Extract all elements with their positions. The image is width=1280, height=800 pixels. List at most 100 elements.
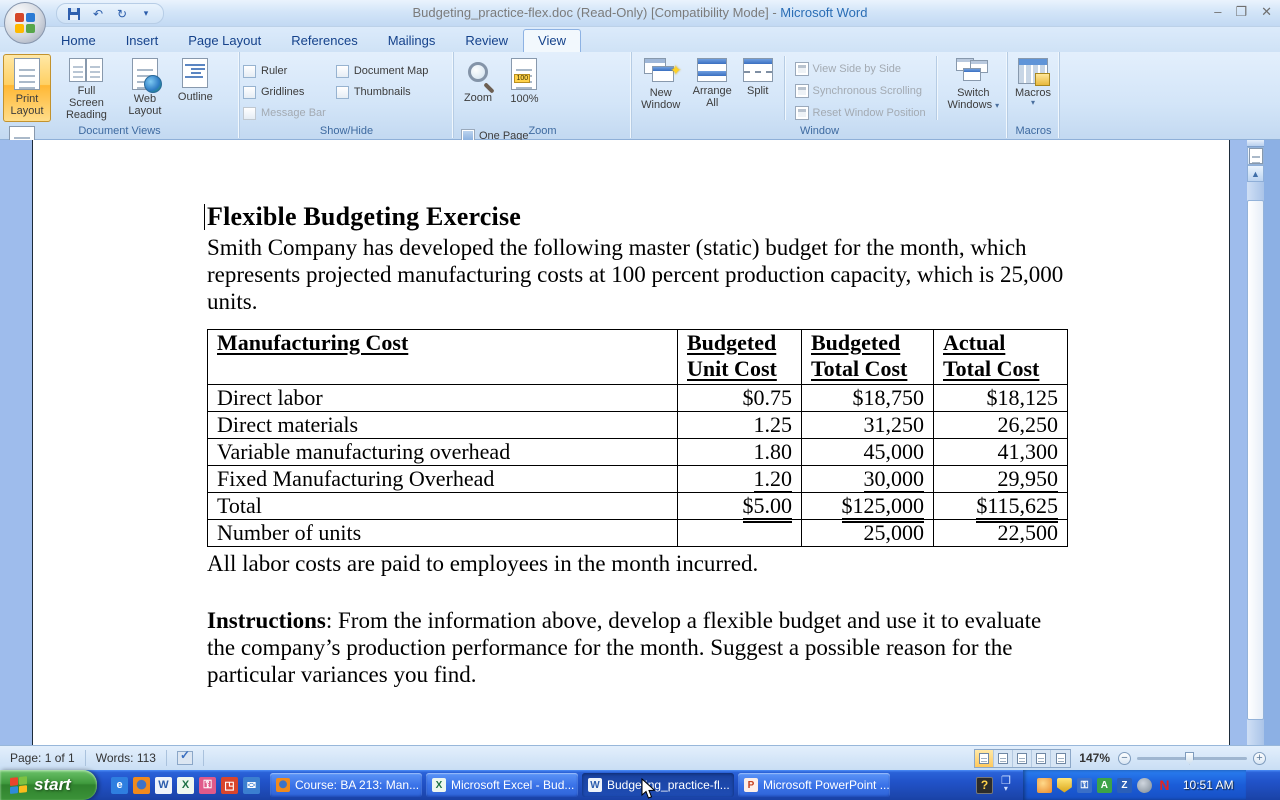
- zoom-slider-track[interactable]: [1137, 757, 1247, 760]
- zoom-button[interactable]: Zoom: [457, 54, 499, 122]
- tab-mailings[interactable]: Mailings: [373, 29, 451, 52]
- task-buttons: Course: BA 213: Man... X Microsoft Excel…: [270, 773, 890, 797]
- web-layout-view-button[interactable]: [1013, 750, 1032, 767]
- zoom-percentage[interactable]: 147%: [1079, 751, 1110, 765]
- outline-button[interactable]: Outline: [172, 54, 218, 122]
- checkbox-icon: [243, 86, 256, 99]
- document-content: Flexible Budgeting Exercise Smith Compan…: [207, 202, 1067, 688]
- word-icon[interactable]: W: [155, 777, 172, 794]
- table-header-row: Manufacturing Cost BudgetedUnit Cost Bud…: [208, 330, 1068, 385]
- excel-icon[interactable]: X: [177, 777, 194, 794]
- zoom-out-button[interactable]: −: [1118, 752, 1131, 765]
- split-button[interactable]: Split: [738, 54, 778, 122]
- full-screen-view-button[interactable]: [994, 750, 1013, 767]
- outline-icon: [182, 58, 208, 88]
- ruler-toggle-icon: [1249, 148, 1263, 164]
- red-app-icon[interactable]: ◳: [221, 777, 238, 794]
- scroll-up-arrow[interactable]: ▲: [1247, 165, 1264, 182]
- view-shortcut-buttons: [974, 749, 1071, 768]
- close-button[interactable]: ✕: [1261, 4, 1272, 20]
- proofing-status[interactable]: [167, 746, 203, 770]
- scrollbar-thumb[interactable]: [1247, 200, 1264, 720]
- draft-view-button[interactable]: [1051, 750, 1070, 767]
- group-window: ✦ New Window Arrange All Split View Side…: [632, 52, 1008, 138]
- status-bar: Page: 1 of 1 Words: 113 147% − +: [0, 745, 1280, 770]
- new-window-button[interactable]: ✦ New Window: [635, 54, 686, 122]
- minimize-button[interactable]: –: [1214, 4, 1221, 20]
- tray-orange-icon[interactable]: [1037, 778, 1052, 793]
- key-app-icon[interactable]: ⚿: [199, 777, 216, 794]
- note-paragraph: All labor costs are paid to employees in…: [207, 550, 1067, 577]
- office-button[interactable]: [4, 2, 46, 44]
- tab-references[interactable]: References: [276, 29, 372, 52]
- intro-paragraph: Smith Company has developed the followin…: [207, 234, 1067, 315]
- web-layout-button[interactable]: Web Layout: [122, 54, 168, 122]
- start-button[interactable]: start: [0, 770, 97, 800]
- taskbar-item-firefox[interactable]: Course: BA 213: Man...: [270, 773, 422, 797]
- split-icon: [743, 58, 773, 82]
- tray-speaker-icon[interactable]: [1137, 778, 1152, 793]
- tab-home[interactable]: Home: [46, 29, 111, 52]
- tray-green-icon[interactable]: A: [1097, 778, 1112, 793]
- checkbox-icon: [336, 86, 349, 99]
- tray-wrench-icon[interactable]: ⚿: [1077, 778, 1092, 793]
- table-row: Variable manufacturing overhead 1.80 45,…: [208, 439, 1068, 466]
- office-logo-icon: [15, 13, 35, 33]
- taskbar-item-powerpoint[interactable]: P Microsoft PowerPoint ...: [738, 773, 890, 797]
- view-side-by-side-icon: [795, 62, 809, 76]
- taskbar-clock[interactable]: 10:51 AM: [1183, 778, 1234, 792]
- group-show-hide: Ruler Gridlines Message Bar Document Map: [240, 52, 454, 138]
- outline-view-button[interactable]: [1032, 750, 1051, 767]
- tray-shield-icon[interactable]: [1057, 778, 1072, 793]
- print-layout-view-button[interactable]: [975, 750, 994, 767]
- taskbar-item-word[interactable]: W Budgeting_practice-fl...: [582, 773, 734, 797]
- zoom-in-button[interactable]: +: [1253, 752, 1266, 765]
- mouse-cursor: [641, 778, 657, 800]
- tray-z-icon[interactable]: Z: [1117, 778, 1132, 793]
- reset-window-position-icon: [795, 106, 809, 120]
- tray-norton-icon[interactable]: N: [1157, 778, 1172, 793]
- excel-icon: X: [432, 778, 446, 792]
- zoom-100-button[interactable]: 100 100%: [503, 54, 545, 122]
- restore-button[interactable]: ❐: [1235, 4, 1247, 20]
- tab-review[interactable]: Review: [450, 29, 523, 52]
- thumbnails-checkbox[interactable]: Thumbnails: [336, 82, 429, 102]
- ribbon-tab-row: Home Insert Page Layout References Maili…: [0, 27, 1280, 52]
- firefox-icon[interactable]: [133, 777, 150, 794]
- desktop-toolbar-icon[interactable]: ❐▾: [1001, 777, 1011, 793]
- switch-windows-icon: [956, 58, 990, 84]
- word-icon: W: [588, 778, 602, 792]
- ruler-toggle-button[interactable]: [1247, 147, 1264, 165]
- help-icon[interactable]: ?: [976, 777, 993, 794]
- document-page[interactable]: Flexible Budgeting Exercise Smith Compan…: [32, 140, 1230, 745]
- split-handle[interactable]: [1247, 140, 1264, 147]
- internet-explorer-icon[interactable]: e: [111, 777, 128, 794]
- arrange-all-button[interactable]: Arrange All: [686, 54, 737, 122]
- table-row: Direct labor $0.75 $18,750 $18,125: [208, 385, 1068, 412]
- vertical-scrollbar[interactable]: ▲: [1247, 140, 1264, 745]
- blue-app-icon[interactable]: ✉: [243, 777, 260, 794]
- document-map-checkbox[interactable]: Document Map: [336, 61, 429, 81]
- taskbar-item-excel[interactable]: X Microsoft Excel - Bud...: [426, 773, 578, 797]
- word-count[interactable]: Words: 113: [86, 746, 166, 770]
- tab-insert[interactable]: Insert: [111, 29, 174, 52]
- page-indicator[interactable]: Page: 1 of 1: [0, 746, 85, 770]
- ruler-checkbox[interactable]: Ruler: [243, 61, 326, 81]
- group-label-show-hide: Show/Hide: [240, 125, 453, 137]
- group-label-zoom: Zoom: [454, 125, 631, 137]
- chevron-down-icon: ▾: [1031, 99, 1035, 107]
- group-label-document-views: Document Views: [0, 125, 239, 137]
- switch-windows-button[interactable]: Switch Windows ▾: [943, 54, 1004, 122]
- macros-icon: [1018, 58, 1048, 84]
- print-layout-button[interactable]: Print Layout: [3, 54, 51, 122]
- full-screen-reading-button[interactable]: Full Screen Reading: [55, 54, 117, 122]
- zoom-slider-thumb[interactable]: [1185, 752, 1194, 765]
- macros-button[interactable]: Macros ▾: [1011, 54, 1055, 122]
- checkbox-icon: [243, 65, 256, 78]
- gridlines-checkbox[interactable]: Gridlines: [243, 82, 326, 102]
- title-bar: ↶ ↻ ▾ Budgeting_practice-flex.doc (Read-…: [0, 0, 1280, 27]
- tab-page-layout[interactable]: Page Layout: [173, 29, 276, 52]
- tab-view[interactable]: View: [523, 29, 581, 52]
- quick-launch: e W X ⚿ ◳ ✉: [97, 777, 270, 794]
- document-heading: Flexible Budgeting Exercise: [207, 202, 1067, 232]
